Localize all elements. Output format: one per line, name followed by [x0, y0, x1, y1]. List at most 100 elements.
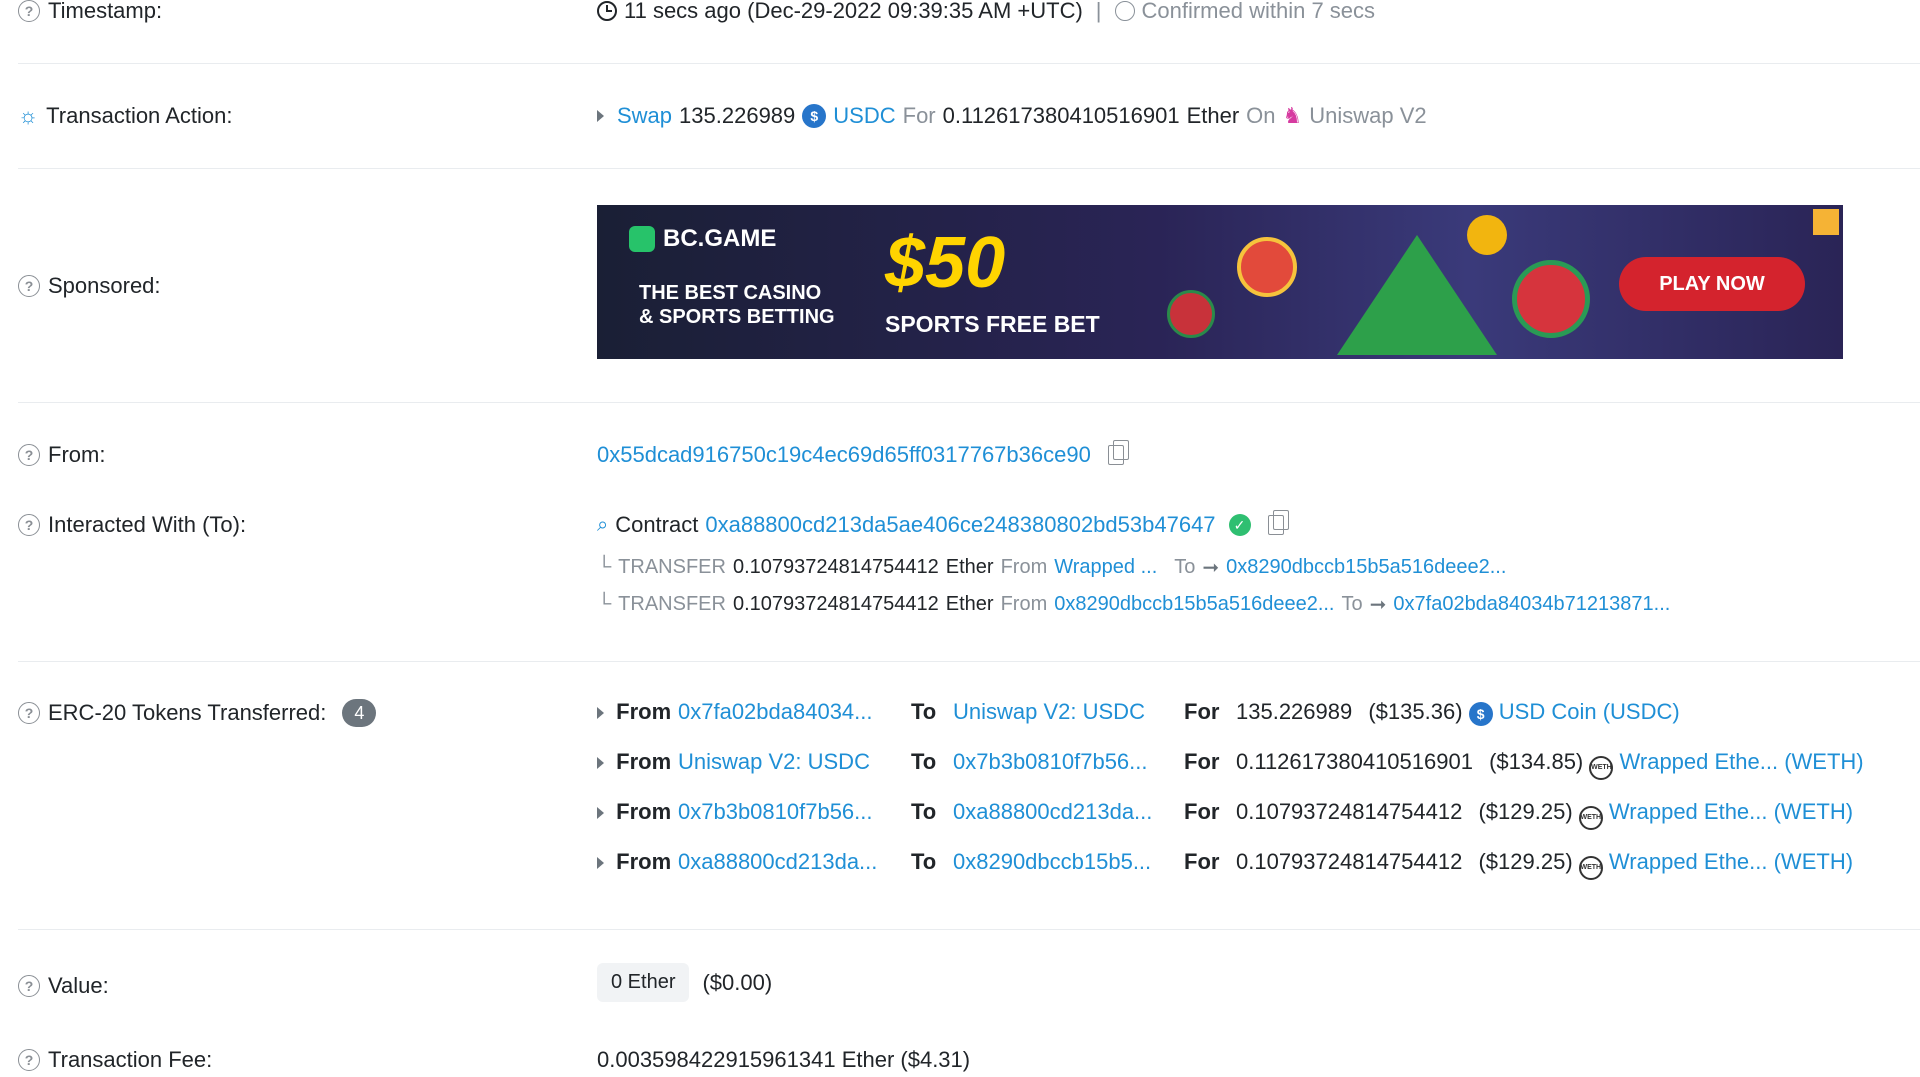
row-token-link[interactable]: Wrapped Ethe... (WETH) — [1609, 849, 1853, 874]
row-to-word: To — [911, 849, 937, 874]
transfer-to-link[interactable]: 0x8290dbccb15b5a516deee2... — [1226, 556, 1506, 579]
fee-value: 0.003598422915961341 Ether ($4.31) — [597, 1047, 971, 1072]
divider — [18, 929, 1920, 930]
row-to-link[interactable]: Uniswap V2: USDC — [953, 699, 1145, 725]
row-from-word: From — [616, 849, 672, 874]
action-dex[interactable]: Uniswap V2 — [1309, 103, 1426, 129]
divider — [18, 63, 1920, 64]
from-label: From: — [48, 442, 106, 467]
transaction-action-label: Transaction Action: — [46, 103, 233, 128]
from-address-link[interactable]: 0x55dcad916750c19c4ec69d65ff0317767b36ce… — [597, 442, 1091, 468]
value-usd: ($0.00) — [702, 969, 773, 995]
ad-choices-icon[interactable] — [1813, 209, 1839, 235]
action-verb-link[interactable]: Swap — [617, 103, 672, 129]
action-token-link[interactable]: USDC — [833, 103, 895, 129]
play-now-button[interactable]: PLAY NOW — [1619, 257, 1805, 311]
row-to-link[interactable]: 0x7b3b0810f7b56... — [953, 749, 1148, 775]
row-amount-group: 135.226989 ($135.36) $ USD Coin (USDC) — [1236, 699, 1680, 726]
transfer-kind: TRANSFER — [618, 593, 726, 615]
help-icon[interactable]: ? — [18, 702, 40, 724]
row-to-word: To — [911, 699, 937, 724]
transfer-from-link[interactable]: Wrapped ... — [1054, 556, 1157, 579]
value-label: Value: — [48, 973, 109, 998]
action-for-amount: 0.112617380410516901 — [942, 103, 1180, 128]
banner-logo: BC.GAME — [629, 225, 776, 253]
caret-right-icon[interactable] — [597, 857, 604, 869]
action-amount: 135.226989 — [679, 103, 796, 128]
row-to-link[interactable]: 0x8290dbccb15b5... — [953, 849, 1151, 875]
row-amount-group: 0.10793724814754412 ($129.25) WETH Wrapp… — [1236, 849, 1853, 880]
erc20-count-badge: 4 — [342, 699, 377, 727]
row-usd: ($134.85) — [1489, 749, 1584, 774]
confirmed-text: Confirmed within 7 secs — [1141, 0, 1376, 23]
internal-transfer-row: └ TRANSFER 0.10793724814754412 Ether Fro… — [597, 592, 1670, 617]
row-to-word: To — [911, 749, 937, 774]
value-label-row: ? Value: — [18, 973, 109, 999]
help-icon[interactable]: ? — [18, 514, 40, 536]
row-for-word: For — [1184, 799, 1220, 824]
row-from-link[interactable]: 0x7fa02bda84034... — [678, 699, 873, 725]
divider — [18, 661, 1920, 662]
banner-tagline: THE BEST CASINO & SPORTS BETTING — [639, 281, 835, 329]
row-from-word: From — [616, 749, 672, 774]
timestamp-value: 11 secs ago (Dec-29-2022 09:39:35 AM +UT… — [624, 0, 1083, 23]
fee-label: Transaction Fee: — [48, 1047, 213, 1072]
help-icon[interactable]: ? — [18, 1049, 40, 1071]
erc20-row: From 0x7fa02bda84034... To Uniswap V2: U… — [597, 699, 1680, 726]
row-to-word: To — [911, 799, 937, 824]
transfer-from-word: From — [1000, 556, 1048, 578]
unicorn-icon: ♞ — [1282, 103, 1303, 128]
tree-branch-icon: └ — [597, 593, 612, 615]
row-token-link[interactable]: USD Coin (USDC) — [1499, 699, 1680, 724]
erc20-label-row: ? ERC-20 Tokens Transferred: 4 — [18, 699, 377, 727]
row-token-link[interactable]: Wrapped Ethe... (WETH) — [1609, 799, 1853, 824]
transfer-kind: TRANSFER — [618, 556, 726, 578]
ornament-icon — [1512, 260, 1590, 338]
caret-right-icon[interactable] — [597, 807, 604, 819]
contract-address-link[interactable]: 0xa88800cd213da5ae406ce248380802bd53b476… — [705, 512, 1215, 538]
row-amount: 0.10793724814754412 — [1236, 799, 1463, 824]
row-usd: ($129.25) — [1478, 849, 1573, 874]
help-icon[interactable]: ? — [18, 975, 40, 997]
lightbulb-icon: ☼ — [18, 103, 39, 128]
banner-amount: $50 — [885, 223, 1006, 303]
help-icon[interactable]: ? — [18, 275, 40, 297]
banner-subtitle: SPORTS FREE BET — [885, 311, 1100, 337]
tree-branch-icon: └ — [597, 556, 612, 578]
copy-icon[interactable] — [1107, 440, 1129, 465]
weth-coin-icon: WETH — [1589, 755, 1614, 780]
help-icon[interactable]: ? — [18, 0, 40, 22]
ornament-icon — [1237, 237, 1297, 297]
row-to-link[interactable]: 0xa88800cd213da... — [953, 799, 1152, 825]
copy-icon[interactable] — [1267, 510, 1289, 535]
help-icon[interactable]: ? — [18, 444, 40, 466]
arrow-right-icon: ➞ — [1202, 557, 1220, 579]
confirmed-clock-icon — [1114, 1, 1135, 21]
row-from-link[interactable]: Uniswap V2: USDC — [678, 749, 870, 775]
interacted-value-row: ⌕ Contract 0xa88800cd213da5ae406ce248380… — [597, 510, 1289, 538]
divider — [18, 402, 1920, 403]
erc20-row: From Uniswap V2: USDC To 0x7b3b0810f7b56… — [597, 749, 1864, 780]
christmas-tree-icon — [1337, 235, 1497, 355]
caret-right-icon[interactable] — [597, 757, 604, 769]
divider — [18, 168, 1920, 169]
transfer-unit: Ether — [945, 556, 994, 578]
row-token-link[interactable]: Wrapped Ethe... (WETH) — [1620, 749, 1864, 774]
timestamp-separator: | — [1095, 0, 1102, 23]
caret-right-icon[interactable] — [597, 707, 604, 719]
row-for-word: For — [1184, 699, 1220, 724]
row-from-link[interactable]: 0x7b3b0810f7b56... — [678, 799, 873, 825]
caret-right-icon[interactable] — [597, 110, 604, 122]
from-label-row: ? From: — [18, 442, 105, 468]
sponsored-banner[interactable]: BC.GAME THE BEST CASINO & SPORTS BETTING… — [597, 205, 1843, 359]
transfer-from-link[interactable]: 0x8290dbccb15b5a516deee2... — [1054, 593, 1334, 616]
action-for-unit: Ether — [1186, 103, 1240, 128]
transfer-to-link[interactable]: 0x7fa02bda84034b71213871... — [1393, 593, 1670, 616]
ornament-icon — [1167, 290, 1215, 338]
erc20-row: From 0xa88800cd213da... To 0x8290dbccb15… — [597, 849, 1853, 880]
row-from-link[interactable]: 0xa88800cd213da... — [678, 849, 877, 875]
usdc-coin-icon: $ — [802, 104, 827, 128]
action-for-word: For — [902, 103, 936, 128]
clock-icon — [597, 1, 617, 21]
action-on-word: On — [1246, 103, 1276, 128]
